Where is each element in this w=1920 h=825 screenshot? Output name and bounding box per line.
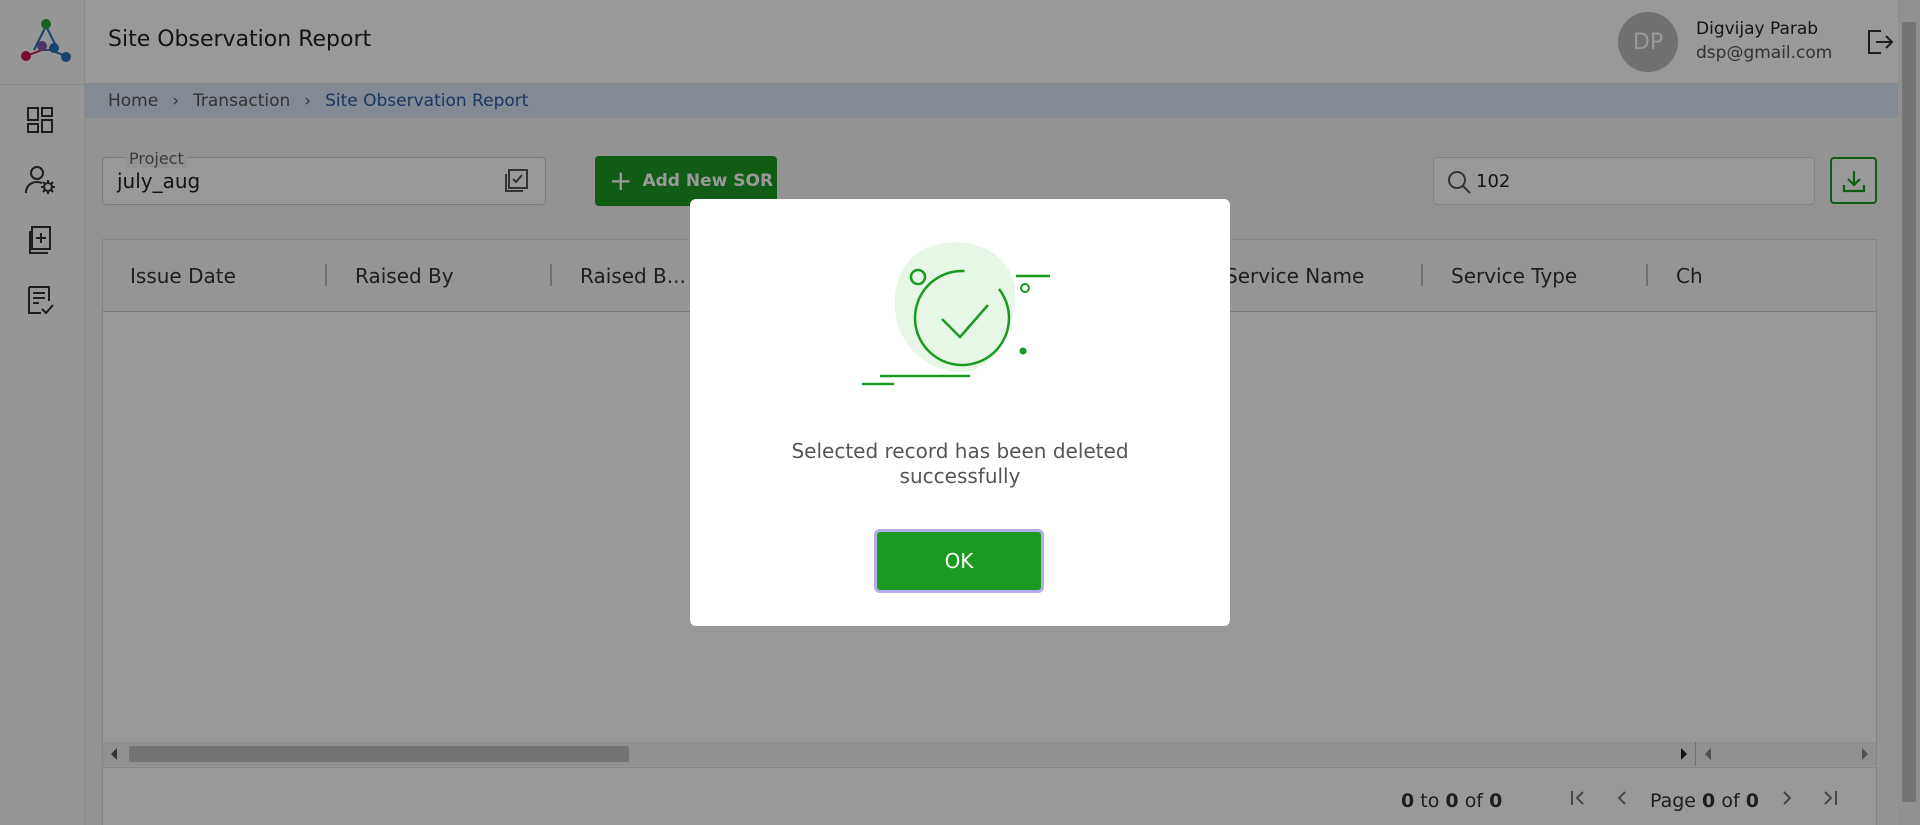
success-dialog: Selected record has been deleted success…: [690, 199, 1230, 626]
ok-button[interactable]: OK: [874, 529, 1044, 593]
dialog-message: Selected record has been deleted success…: [791, 439, 1129, 488]
success-check-icon: [862, 242, 1050, 386]
